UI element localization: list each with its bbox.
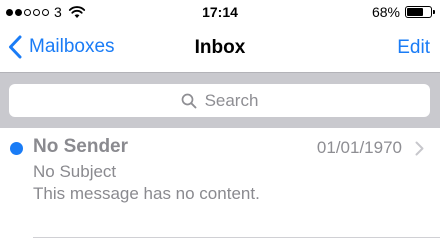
battery-percentage: 68%: [371, 4, 400, 20]
edit-button[interactable]: Edit: [397, 37, 430, 59]
message-list-item[interactable]: No Sender 01/01/1970 No Subject This mes…: [0, 128, 440, 238]
search-region: Search: [0, 72, 440, 128]
status-right: 68%: [371, 4, 435, 20]
chevron-right-icon: [415, 141, 424, 156]
battery-tip: [433, 10, 435, 14]
message-date: 01/01/1970: [316, 138, 402, 157]
navigation-bar: Mailboxes Inbox Edit: [0, 24, 440, 72]
battery-icon: [405, 6, 435, 18]
status-bar: 3 17:14 68%: [0, 0, 440, 24]
battery-fill: [407, 8, 423, 16]
search-input[interactable]: Search: [9, 84, 430, 117]
message-sender: No Sender: [33, 136, 129, 157]
page-title: Inbox: [194, 37, 246, 58]
row-separator: [33, 237, 440, 238]
message-subject: No Subject: [33, 162, 117, 181]
search-placeholder: Search: [204, 90, 259, 110]
unread-indicator: [10, 142, 23, 155]
message-preview: This message has no content.: [33, 184, 260, 203]
magnifier-icon: [181, 93, 197, 108]
